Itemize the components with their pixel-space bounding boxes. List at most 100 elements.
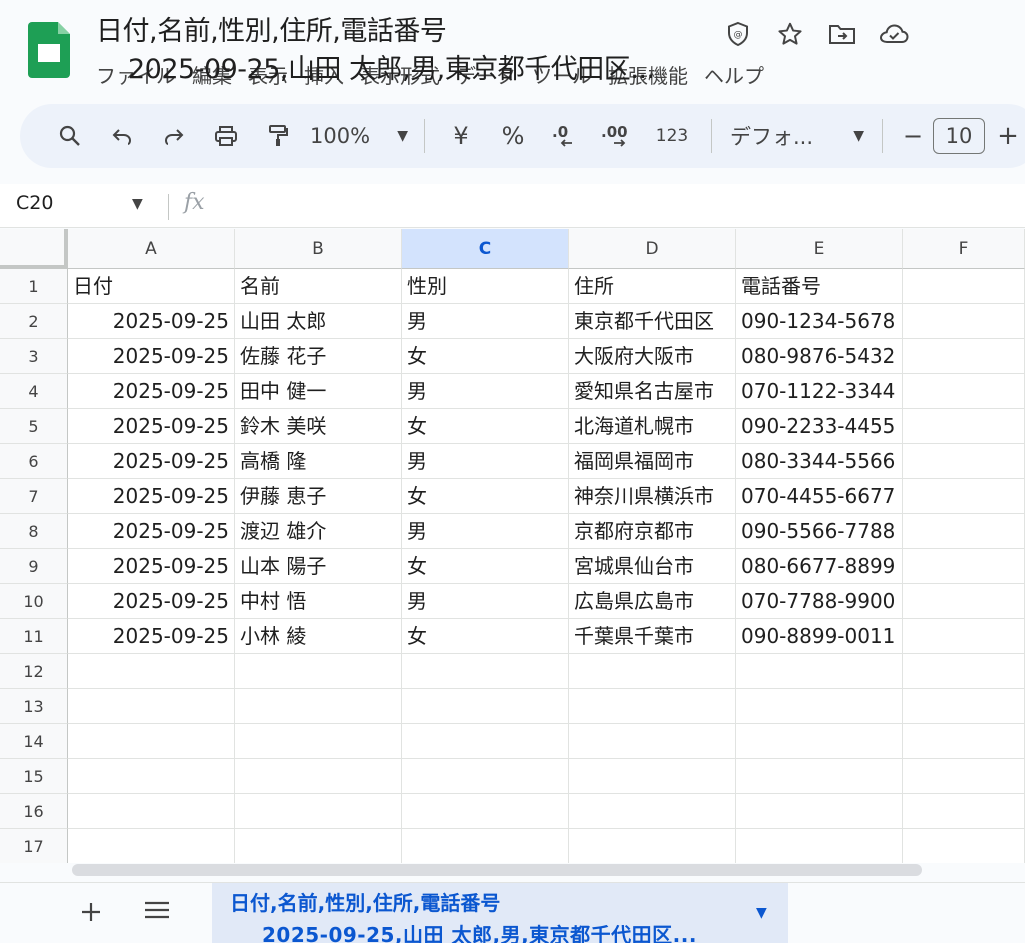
paint-format-icon[interactable] [252,116,304,156]
chevron-down-icon[interactable]: ▼ [132,196,143,212]
cell-b3[interactable]: 佐藤 花子 [235,339,402,374]
cell-f1[interactable] [903,269,1025,304]
cell-e12[interactable] [736,654,903,689]
cell-d16[interactable] [569,794,736,829]
row-header[interactable]: 7 [0,479,68,514]
cell-e8[interactable]: 090-5566-7788 [736,514,903,549]
cell-d4[interactable]: 愛知県名古屋市 [569,374,736,409]
undo-icon[interactable] [96,116,148,156]
cell-e1[interactable]: 電話番号 [736,269,903,304]
cell-b6[interactable]: 高橋 隆 [235,444,402,479]
currency-format-button[interactable]: ¥ [435,116,487,156]
cell-e2[interactable]: 090-1234-5678 [736,304,903,339]
cell-f14[interactable] [903,724,1025,759]
cell-b4[interactable]: 田中 健一 [235,374,402,409]
move-folder-icon[interactable] [826,18,858,50]
cell-c3[interactable]: 女 [402,339,569,374]
cell-a14[interactable] [68,724,235,759]
cell-f11[interactable] [903,619,1025,654]
cell-a7[interactable]: 2025-09-25 [68,479,235,514]
cell-e9[interactable]: 080-6677-8899 [736,549,903,584]
zoom-select[interactable]: 100% ▼ [304,116,414,156]
all-sheets-menu-icon[interactable] [144,897,170,927]
cell-e4[interactable]: 070-1122-3344 [736,374,903,409]
cell-b14[interactable] [235,724,402,759]
cell-d6[interactable]: 福岡県福岡市 [569,444,736,479]
print-icon[interactable] [200,116,252,156]
cell-e3[interactable]: 080-9876-5432 [736,339,903,374]
cell-b5[interactable]: 鈴木 美咲 [235,409,402,444]
row-header[interactable]: 13 [0,689,68,724]
cell-d7[interactable]: 神奈川県横浜市 [569,479,736,514]
column-header-b[interactable]: B [235,229,402,269]
document-title-overflow[interactable]: 2025-09-25,山田 太郎,男,東京都千代田区... [128,52,655,88]
cell-c1[interactable]: 性別 [402,269,569,304]
cell-f16[interactable] [903,794,1025,829]
cell-e17[interactable] [736,829,903,863]
row-header[interactable]: 5 [0,409,68,444]
cell-b2[interactable]: 山田 太郎 [235,304,402,339]
cell-f6[interactable] [903,444,1025,479]
column-header-a[interactable]: A [68,229,235,269]
font-size-input[interactable]: 10 [933,118,985,154]
column-header-c[interactable]: C [402,229,569,269]
cell-c5[interactable]: 女 [402,409,569,444]
chevron-down-icon[interactable]: ▼ [756,905,767,921]
cell-e13[interactable] [736,689,903,724]
cell-c13[interactable] [402,689,569,724]
cell-b12[interactable] [235,654,402,689]
row-header[interactable]: 16 [0,794,68,829]
row-header[interactable]: 2 [0,304,68,339]
row-header[interactable]: 8 [0,514,68,549]
cell-a1[interactable]: 日付 [68,269,235,304]
cell-b15[interactable] [235,759,402,794]
cell-f8[interactable] [903,514,1025,549]
row-header[interactable]: 11 [0,619,68,654]
cell-c2[interactable]: 男 [402,304,569,339]
cell-b10[interactable]: 中村 悟 [235,584,402,619]
column-header-e[interactable]: E [736,229,903,269]
cell-b17[interactable] [235,829,402,863]
cell-b11[interactable]: 小林 綾 [235,619,402,654]
cell-a9[interactable]: 2025-09-25 [68,549,235,584]
row-header[interactable]: 15 [0,759,68,794]
cell-f3[interactable] [903,339,1025,374]
add-sheet-button[interactable] [80,897,102,930]
cell-f4[interactable] [903,374,1025,409]
decrease-font-size-button[interactable]: − [893,116,933,156]
row-header[interactable]: 3 [0,339,68,374]
column-header-f[interactable]: F [903,229,1025,269]
row-header[interactable]: 4 [0,374,68,409]
cell-a15[interactable] [68,759,235,794]
cell-f15[interactable] [903,759,1025,794]
sheet-tab-active[interactable]: 日付,名前,性別,住所,電話番号 2025-09-25,山田 太郎,男,東京都千… [212,883,788,943]
cell-c14[interactable] [402,724,569,759]
cell-d3[interactable]: 大阪府大阪市 [569,339,736,374]
cell-d11[interactable]: 千葉県千葉市 [569,619,736,654]
cell-a5[interactable]: 2025-09-25 [68,409,235,444]
cell-a4[interactable]: 2025-09-25 [68,374,235,409]
cell-b16[interactable] [235,794,402,829]
cell-f17[interactable] [903,829,1025,863]
cell-d9[interactable]: 宮城県仙台市 [569,549,736,584]
star-icon[interactable] [774,18,806,50]
cell-a12[interactable] [68,654,235,689]
percent-format-button[interactable]: % [487,116,539,156]
cell-d1[interactable]: 住所 [569,269,736,304]
cloud-icon[interactable] [878,18,910,50]
cell-c4[interactable]: 男 [402,374,569,409]
cell-e16[interactable] [736,794,903,829]
cell-e14[interactable] [736,724,903,759]
cell-d13[interactable] [569,689,736,724]
cell-d12[interactable] [569,654,736,689]
row-header[interactable]: 12 [0,654,68,689]
cell-a13[interactable] [68,689,235,724]
document-title[interactable]: 日付,名前,性別,住所,電話番号 [96,14,447,50]
cell-b7[interactable]: 伊藤 恵子 [235,479,402,514]
cell-a8[interactable]: 2025-09-25 [68,514,235,549]
cell-e6[interactable]: 080-3344-5566 [736,444,903,479]
cell-c10[interactable]: 男 [402,584,569,619]
cell-f2[interactable] [903,304,1025,339]
redo-icon[interactable] [148,116,200,156]
cell-c7[interactable]: 女 [402,479,569,514]
